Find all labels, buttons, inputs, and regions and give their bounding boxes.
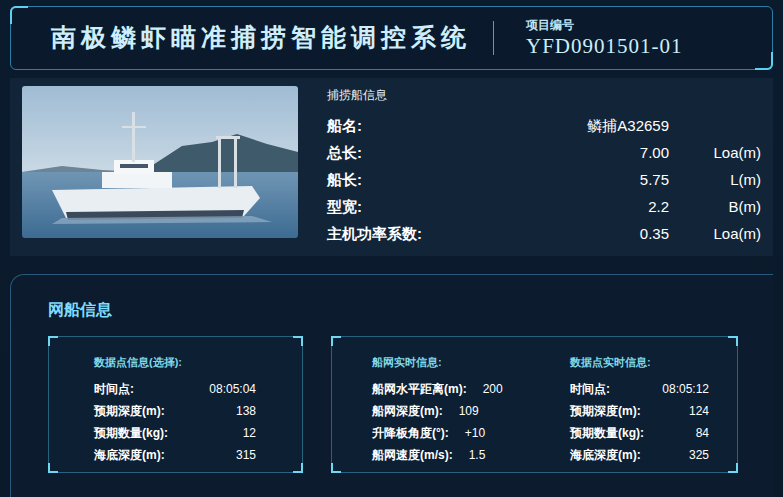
- data-label: 预期深度(m):: [570, 402, 641, 420]
- vessel-info-row: 船名:鳞捕A32659: [327, 113, 761, 140]
- info-label: 主机功率系数:: [327, 223, 640, 246]
- data-row: 时间点: 08:05:04: [94, 378, 256, 400]
- data-row: 海底深度(m): 325: [570, 444, 709, 466]
- data-value: 08:05:04: [209, 380, 256, 398]
- data-value: 138: [236, 402, 256, 420]
- data-row: 船网深度(m): 109: [372, 400, 570, 422]
- vessel-info-row: 总长:7.00Loa(m): [327, 140, 761, 167]
- vessel-info-row: 船长:5.75L(m): [327, 167, 761, 194]
- data-label: 预期深度(m):: [94, 402, 165, 420]
- header: 南极鳞虾瞄准捕捞智能调控系统 项目编号 YFD0901501-01: [0, 0, 783, 70]
- data-row: 预期数量(kg): 12: [94, 422, 256, 444]
- info-value: 5.75: [640, 169, 669, 192]
- realtime-card: 船网实时信息: 船网水平距离(m): 200 船网深度(m): 109 升降板角度(°)…: [331, 336, 738, 473]
- vessel-info-row: 主机功率系数:0.35Loa(m): [327, 221, 761, 248]
- card-title: 数据点信息(选择):: [94, 354, 256, 370]
- app: 南极鳞虾瞄准捕捞智能调控系统 项目编号 YFD0901501-01: [0, 0, 783, 497]
- app-title: 南极鳞虾瞄准捕捞智能调控系统: [51, 19, 471, 57]
- info-value: 0.35: [640, 223, 669, 246]
- data-value: +10: [465, 424, 485, 442]
- data-row: 时间点: 08:05:12: [570, 378, 709, 400]
- data-label: 海底深度(m):: [570, 446, 641, 464]
- data-value: 109: [459, 402, 479, 420]
- data-label: 预期数量(kg):: [94, 424, 168, 442]
- data-row: 预期深度(m): 124: [570, 400, 709, 422]
- data-value: 1.5: [469, 446, 486, 464]
- data-value: 84: [696, 424, 709, 442]
- info-unit: Loa(m): [669, 142, 761, 165]
- project-label: 项目编号: [526, 17, 683, 33]
- selected-point-card: 数据点信息(选择): 时间点: 08:05:04 预期深度(m): 138 预期数量(k…: [48, 336, 303, 473]
- data-row: 船网水平距离(m): 200: [372, 378, 570, 400]
- net-section-title: 网船信息: [48, 299, 773, 321]
- data-label: 预期数量(kg):: [570, 424, 644, 442]
- info-label: 船长:: [327, 169, 640, 192]
- data-value: 12: [243, 424, 256, 442]
- data-label: 船网速度(m/s):: [372, 446, 453, 464]
- vessel-photo: [22, 86, 298, 238]
- vessel-info-row: 型宽:2.2B(m): [327, 194, 761, 221]
- vessel-info-list: 船名:鳞捕A32659总长:7.00Loa(m)船长:5.75L(m)型宽:2.…: [327, 113, 761, 248]
- data-row: 预期数量(kg): 84: [570, 422, 709, 444]
- info-label: 船名:: [327, 115, 587, 138]
- data-value: 325: [689, 446, 709, 464]
- data-label: 时间点:: [570, 380, 610, 398]
- vessel-info-title: 捕捞船信息: [327, 87, 761, 103]
- info-unit: L(m): [669, 169, 761, 192]
- data-label: 升降板角度(°):: [372, 424, 449, 442]
- info-unit: Loa(m): [669, 223, 761, 246]
- data-row: 海底深度(m): 315: [94, 444, 256, 466]
- data-label: 船网水平距离(m):: [372, 380, 467, 398]
- vessel-panel: 捕捞船信息 船名:鳞捕A32659总长:7.00Loa(m)船长:5.75L(m…: [10, 78, 773, 256]
- info-value: 鳞捕A32659: [587, 115, 669, 138]
- info-value: 2.2: [648, 196, 669, 219]
- project-code: YFD0901501-01: [526, 33, 683, 59]
- info-label: 型宽:: [327, 196, 648, 219]
- data-value: 08:05:12: [662, 380, 709, 398]
- net-section: 网船信息 数据点信息(选择): 时间点:08:05:04预期深度(m):138预…: [10, 274, 773, 497]
- data-row: 预期深度(m): 138: [94, 400, 256, 422]
- info-value: 7.00: [640, 142, 669, 165]
- data-value: 200: [483, 380, 503, 398]
- data-row: 升降板角度(°): +10: [372, 422, 570, 444]
- data-label: 船网深度(m):: [372, 402, 443, 420]
- data-label: 时间点:: [94, 380, 134, 398]
- card-title: 船网实时信息:: [372, 354, 570, 370]
- data-value: 315: [236, 446, 256, 464]
- data-row: 船网速度(m/s): 1.5: [372, 444, 570, 466]
- data-value: 124: [689, 402, 709, 420]
- card-title: 数据点实时信息:: [570, 354, 709, 370]
- info-label: 总长:: [327, 142, 640, 165]
- data-label: 海底深度(m):: [94, 446, 165, 464]
- info-unit: B(m): [669, 196, 761, 219]
